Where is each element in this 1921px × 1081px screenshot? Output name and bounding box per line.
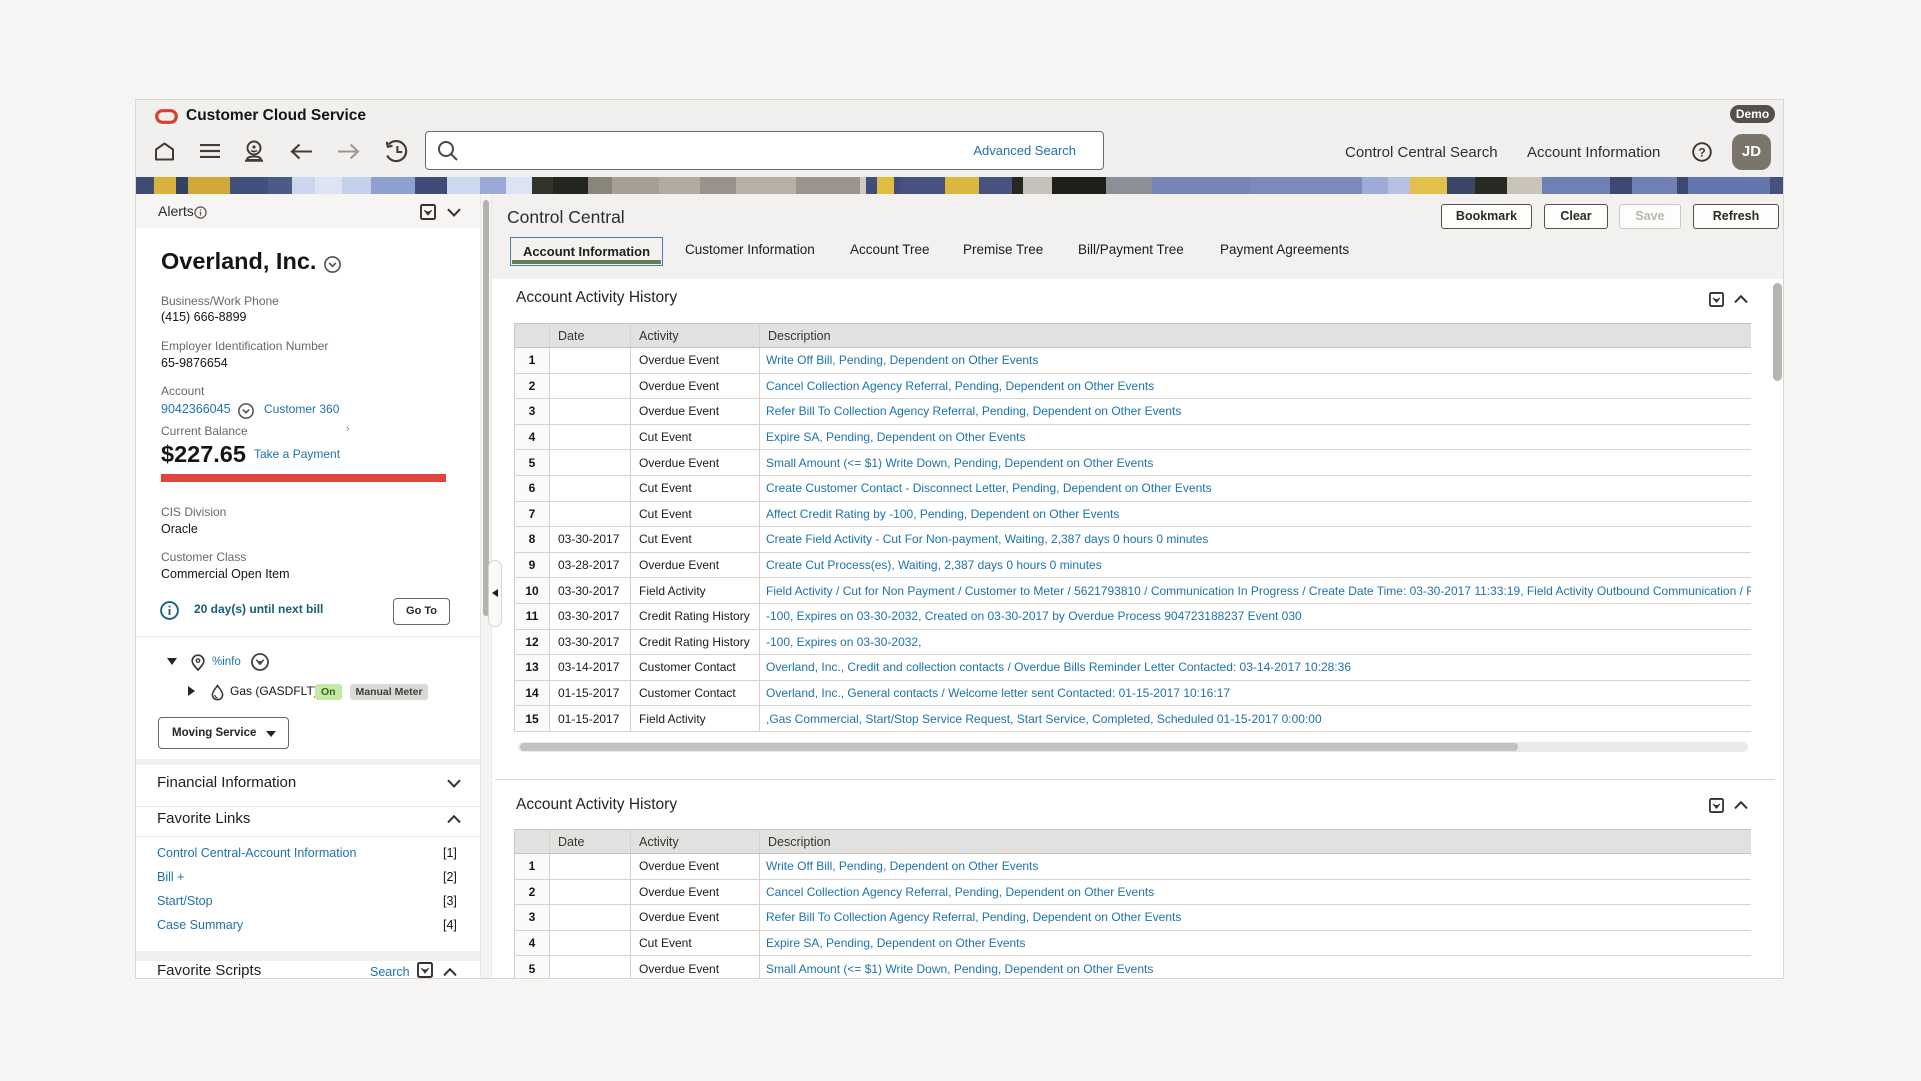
svg-text:?: ?	[1698, 145, 1705, 159]
